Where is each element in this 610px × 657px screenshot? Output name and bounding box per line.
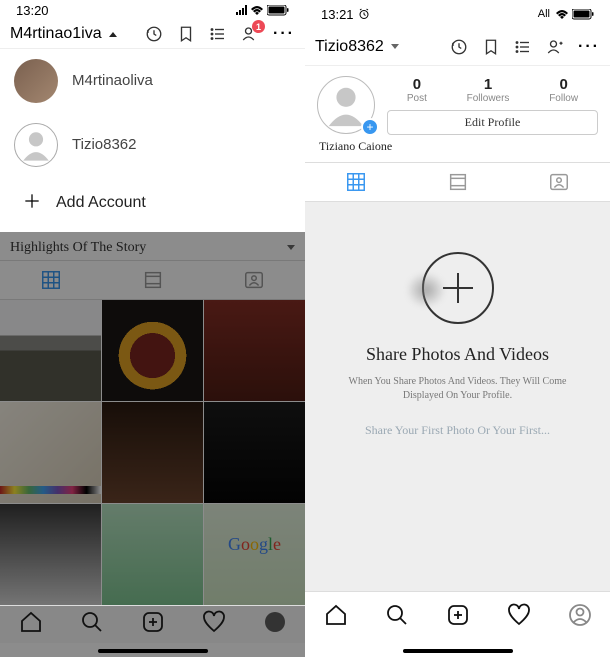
empty-profile-state: Share Photos And Videos When You Share P… [305, 202, 610, 591]
nav-profile-icon[interactable] [263, 610, 287, 639]
network-label: All [538, 8, 550, 20]
media-thumbnail[interactable] [0, 300, 101, 401]
header-actions: ··· [450, 38, 600, 56]
battery-icon [267, 5, 289, 16]
profile-stats: + 0Post 1Followers 0Follow Edit Profile [305, 66, 610, 139]
media-thumbnail[interactable] [204, 402, 305, 503]
nav-activity-icon[interactable] [507, 603, 531, 632]
media-thumbnail[interactable] [204, 300, 305, 401]
tab-grid[interactable] [0, 261, 102, 299]
wifi-icon [555, 9, 569, 20]
profile-underlay: Highlights Of The Story Google [0, 232, 305, 605]
nav-home-icon[interactable] [324, 603, 348, 632]
tab-tagged[interactable] [508, 163, 610, 201]
account-switcher-trigger[interactable]: Tizio8362 [315, 38, 399, 56]
phone-left: 13:20 M4rtinao1iva 1 ··· [0, 0, 305, 657]
account-item-m4rtinaoliva[interactable]: M4rtinaoliva [0, 49, 305, 113]
media-thumbnail[interactable] [102, 402, 203, 503]
account-name: M4rtinaoliva [72, 72, 153, 89]
empty-subtitle: When You Share Photos And Videos. They W… [338, 375, 578, 403]
nav-home-icon[interactable] [19, 610, 43, 639]
profile-view-tabs [0, 260, 305, 300]
edit-profile-button[interactable]: Edit Profile [387, 110, 598, 135]
bookmark-icon[interactable] [482, 38, 500, 56]
more-icon[interactable]: ··· [578, 38, 600, 56]
empty-add-icon [422, 252, 494, 324]
nav-add-icon[interactable] [141, 610, 165, 639]
more-icon[interactable]: ··· [273, 25, 295, 43]
avatar [14, 123, 58, 167]
media-thumbnail[interactable] [102, 504, 203, 605]
profile-header: M4rtinao1iva 1 ··· [0, 21, 305, 49]
tab-feed[interactable] [102, 261, 204, 299]
header-actions: 1 ··· [145, 25, 295, 43]
archive-icon[interactable] [450, 38, 468, 56]
profile-avatar-wrap[interactable]: + [317, 76, 377, 134]
highlights-header: Highlights Of The Story [0, 232, 305, 260]
wifi-icon [250, 5, 264, 16]
status-time: 13:20 [16, 3, 49, 18]
nav-activity-icon[interactable] [202, 610, 226, 639]
empty-title: Share Photos And Videos [366, 344, 549, 365]
stat-posts[interactable]: 0Post [407, 76, 427, 104]
chevron-down-icon [391, 44, 399, 49]
profile-header: Tizio8362 ··· [305, 28, 610, 66]
plus-icon [22, 191, 42, 216]
nav-search-icon[interactable] [80, 610, 104, 639]
account-name: Tizio8362 [72, 136, 136, 153]
discover-people-icon[interactable] [546, 38, 564, 56]
media-thumbnail[interactable] [0, 504, 101, 605]
add-story-icon[interactable]: + [361, 118, 379, 136]
media-thumbnail[interactable] [102, 300, 203, 401]
empty-cta-link[interactable]: Share Your First Photo Or Your First... [365, 423, 550, 438]
nav-search-icon[interactable] [385, 603, 409, 632]
home-indicator [403, 649, 513, 653]
nav-profile-icon[interactable] [568, 603, 592, 632]
profile-view-tabs [305, 162, 610, 202]
tab-feed[interactable] [407, 163, 509, 201]
header-username: Tizio8362 [315, 38, 384, 56]
media-thumbnail[interactable] [0, 402, 101, 503]
nav-add-icon[interactable] [446, 603, 470, 632]
chevron-up-icon [109, 32, 117, 37]
stat-followers[interactable]: 1Followers [467, 76, 510, 104]
highlights-label: Highlights Of The Story [10, 240, 146, 256]
list-icon[interactable] [514, 38, 532, 56]
status-time: 13:21 [321, 7, 354, 22]
archive-icon[interactable] [145, 25, 163, 43]
avatar [14, 59, 58, 103]
header-username: M4rtinao1iva [10, 25, 102, 43]
account-switcher-dropdown: M4rtinaoliva Tizio8362 Add Account [0, 49, 305, 232]
status-bar: 13:21 All [305, 0, 610, 28]
notification-badge: 1 [252, 20, 265, 33]
alarm-icon [358, 8, 370, 20]
home-indicator [98, 649, 208, 653]
chevron-down-icon [287, 245, 295, 250]
media-grid: Google [0, 300, 305, 605]
account-item-tizio[interactable]: Tizio8362 [0, 113, 305, 177]
bottom-nav [305, 591, 610, 643]
battery-icon [572, 9, 594, 20]
add-account-label: Add Account [56, 194, 146, 212]
tab-grid[interactable] [305, 163, 407, 201]
phone-right: 13:21 All Tizio8362 ··· [305, 0, 610, 657]
bottom-nav [0, 605, 305, 643]
list-icon[interactable] [209, 25, 227, 43]
bookmark-icon[interactable] [177, 25, 195, 43]
display-name: Tiziano Caione [305, 139, 610, 162]
status-icons [236, 5, 289, 16]
tab-tagged[interactable] [203, 261, 305, 299]
add-account-button[interactable]: Add Account [0, 177, 305, 232]
signal-icon [236, 5, 247, 15]
discover-people-icon[interactable]: 1 [241, 25, 259, 43]
status-bar: 13:20 [0, 0, 305, 21]
status-icons: All [538, 8, 594, 20]
media-thumbnail[interactable]: Google [204, 504, 305, 605]
account-switcher-trigger[interactable]: M4rtinao1iva [10, 25, 117, 43]
stat-follow[interactable]: 0Follow [549, 76, 578, 104]
